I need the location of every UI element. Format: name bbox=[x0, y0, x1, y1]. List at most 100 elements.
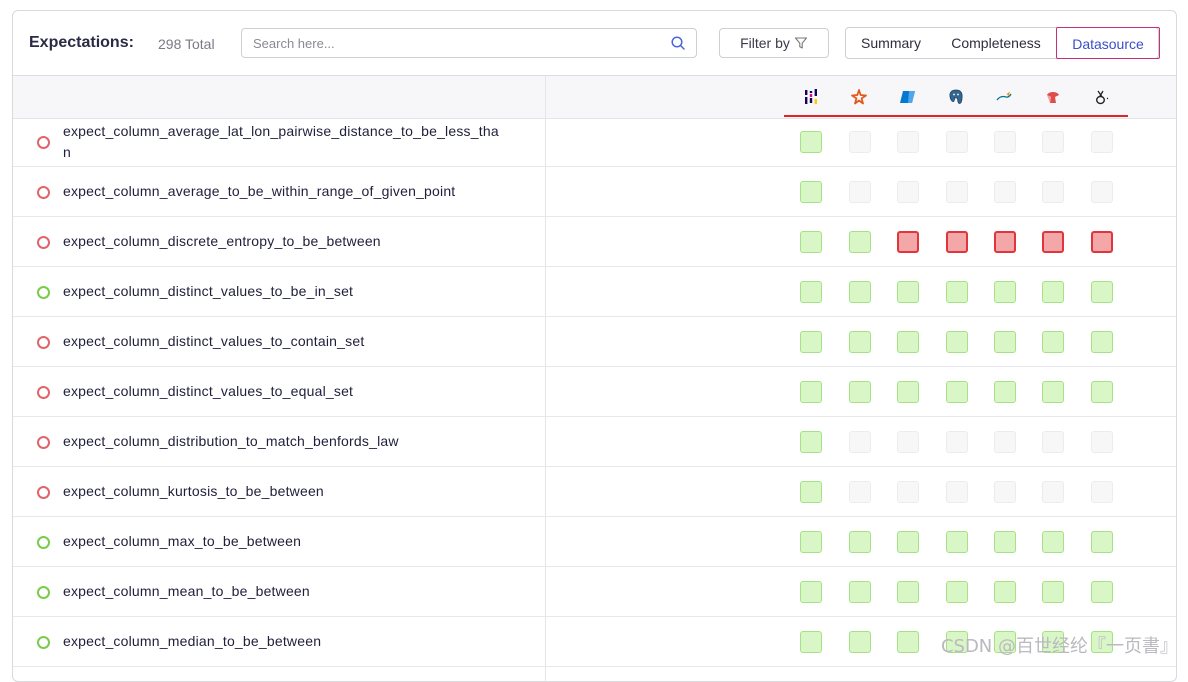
expectation-name[interactable]: expect_column_max_to_be_between bbox=[63, 531, 543, 552]
support-cell-azure-sql[interactable] bbox=[897, 381, 919, 403]
support-cell-redshift[interactable] bbox=[1042, 181, 1064, 203]
support-cell-sqlite[interactable] bbox=[1091, 431, 1113, 453]
support-cell-spark[interactable] bbox=[849, 531, 871, 553]
support-cell-redshift[interactable] bbox=[1042, 131, 1064, 153]
support-cell-sqlite[interactable] bbox=[1091, 181, 1113, 203]
support-cell-spark[interactable] bbox=[849, 431, 871, 453]
support-cell-spark[interactable] bbox=[849, 231, 871, 253]
support-cell-spark[interactable] bbox=[849, 131, 871, 153]
support-cell-spark[interactable] bbox=[849, 281, 871, 303]
support-cell-mysql[interactable] bbox=[994, 431, 1016, 453]
support-cell-azure-sql[interactable] bbox=[897, 581, 919, 603]
tab-datasource[interactable]: Datasource bbox=[1056, 27, 1160, 59]
support-cell-sqlite[interactable] bbox=[1091, 531, 1113, 553]
support-cell-azure-sql[interactable] bbox=[897, 531, 919, 553]
support-cell-pandas[interactable] bbox=[800, 381, 822, 403]
table-row[interactable]: expect_column_average_to_be_within_range… bbox=[13, 167, 1176, 217]
expectation-name[interactable]: expect_column_distinct_values_to_equal_s… bbox=[63, 381, 543, 402]
support-cell-azure-sql[interactable] bbox=[897, 131, 919, 153]
support-cell-mysql[interactable] bbox=[994, 131, 1016, 153]
support-cell-spark[interactable] bbox=[849, 481, 871, 503]
table-row[interactable]: expect_column_distribution_to_match_benf… bbox=[13, 417, 1176, 467]
support-cell-mysql[interactable] bbox=[994, 381, 1016, 403]
support-cell-mysql[interactable] bbox=[994, 181, 1016, 203]
support-cell-spark[interactable] bbox=[849, 631, 871, 653]
expectation-name-cont[interactable]: n bbox=[63, 142, 543, 163]
expectation-name[interactable]: expect_column_distinct_values_to_contain… bbox=[63, 331, 543, 352]
support-cell-spark[interactable] bbox=[849, 381, 871, 403]
support-cell-spark[interactable] bbox=[849, 331, 871, 353]
support-cell-pandas[interactable] bbox=[800, 281, 822, 303]
support-cell-pandas[interactable] bbox=[800, 331, 822, 353]
support-cell-redshift[interactable] bbox=[1042, 331, 1064, 353]
support-cell-mysql[interactable] bbox=[994, 331, 1016, 353]
support-cell-sqlite[interactable] bbox=[1091, 131, 1113, 153]
table-row[interactable]: expect_column_distinct_values_to_equal_s… bbox=[13, 367, 1176, 417]
support-cell-pandas[interactable] bbox=[800, 481, 822, 503]
support-cell-pandas[interactable] bbox=[800, 181, 822, 203]
support-cell-sqlite[interactable] bbox=[1091, 331, 1113, 353]
support-cell-pandas[interactable] bbox=[800, 531, 822, 553]
support-cell-mysql[interactable] bbox=[994, 531, 1016, 553]
support-cell-redshift[interactable] bbox=[1042, 281, 1064, 303]
table-row[interactable]: expect_column_mean_to_be_between bbox=[13, 567, 1176, 617]
support-cell-sqlite[interactable] bbox=[1091, 581, 1113, 603]
support-cell-mysql[interactable] bbox=[994, 581, 1016, 603]
support-cell-sqlite[interactable] bbox=[1091, 381, 1113, 403]
table-row[interactable]: expect_column_distinct_values_to_contain… bbox=[13, 317, 1176, 367]
table-row[interactable]: expect_column_max_to_be_between bbox=[13, 517, 1176, 567]
support-cell-pandas[interactable] bbox=[800, 231, 822, 253]
support-cell-redshift[interactable] bbox=[1042, 481, 1064, 503]
support-cell-spark[interactable] bbox=[849, 181, 871, 203]
tab-summary[interactable]: Summary bbox=[846, 28, 936, 58]
table-row[interactable]: expect_column_distinct_values_to_be_in_s… bbox=[13, 267, 1176, 317]
support-cell-azure-sql[interactable] bbox=[897, 431, 919, 453]
expectation-name[interactable]: expect_column_average_to_be_within_range… bbox=[63, 181, 543, 202]
support-cell-pandas[interactable] bbox=[800, 131, 822, 153]
support-cell-sqlite[interactable] bbox=[1091, 281, 1113, 303]
support-cell-azure-sql[interactable] bbox=[897, 481, 919, 503]
support-cell-postgresql[interactable] bbox=[946, 331, 968, 353]
table-row[interactable]: expect_column_average_lat_lon_pairwise_d… bbox=[13, 117, 1176, 167]
support-cell-postgresql[interactable] bbox=[946, 531, 968, 553]
expectation-name[interactable]: expect_column_average_lat_lon_pairwise_d… bbox=[63, 121, 543, 142]
expectation-name[interactable]: expect_column_discrete_entropy_to_be_bet… bbox=[63, 231, 543, 252]
support-cell-mysql[interactable] bbox=[994, 481, 1016, 503]
support-cell-pandas[interactable] bbox=[800, 631, 822, 653]
search-box[interactable] bbox=[241, 28, 697, 58]
support-cell-postgresql[interactable] bbox=[946, 231, 968, 253]
support-cell-sqlite[interactable] bbox=[1091, 231, 1113, 253]
support-cell-azure-sql[interactable] bbox=[897, 331, 919, 353]
support-cell-azure-sql[interactable] bbox=[897, 181, 919, 203]
support-cell-postgresql[interactable] bbox=[946, 381, 968, 403]
support-cell-redshift[interactable] bbox=[1042, 381, 1064, 403]
support-cell-redshift[interactable] bbox=[1042, 581, 1064, 603]
expectation-name[interactable]: expect_column_distribution_to_match_benf… bbox=[63, 431, 543, 452]
search-input[interactable] bbox=[242, 29, 663, 57]
support-cell-azure-sql[interactable] bbox=[897, 281, 919, 303]
support-cell-azure-sql[interactable] bbox=[897, 631, 919, 653]
support-cell-postgresql[interactable] bbox=[946, 431, 968, 453]
support-cell-spark[interactable] bbox=[849, 581, 871, 603]
support-cell-azure-sql[interactable] bbox=[897, 231, 919, 253]
support-cell-mysql[interactable] bbox=[994, 231, 1016, 253]
expectation-name[interactable]: expect_column_mean_to_be_between bbox=[63, 581, 543, 602]
support-cell-postgresql[interactable] bbox=[946, 481, 968, 503]
support-cell-sqlite[interactable] bbox=[1091, 481, 1113, 503]
expectation-name[interactable]: expect_column_median_to_be_between bbox=[63, 631, 543, 652]
expectation-name[interactable]: expect_column_distinct_values_to_be_in_s… bbox=[63, 281, 543, 302]
support-cell-postgresql[interactable] bbox=[946, 181, 968, 203]
filter-button[interactable]: Filter by bbox=[719, 28, 829, 58]
support-cell-redshift[interactable] bbox=[1042, 431, 1064, 453]
support-cell-pandas[interactable] bbox=[800, 581, 822, 603]
support-cell-postgresql[interactable] bbox=[946, 581, 968, 603]
expectation-name[interactable]: expect_column_kurtosis_to_be_between bbox=[63, 481, 543, 502]
support-cell-redshift[interactable] bbox=[1042, 231, 1064, 253]
tab-completeness[interactable]: Completeness bbox=[944, 28, 1048, 58]
table-row[interactable]: expect_column_discrete_entropy_to_be_bet… bbox=[13, 217, 1176, 267]
support-cell-pandas[interactable] bbox=[800, 431, 822, 453]
support-cell-mysql[interactable] bbox=[994, 281, 1016, 303]
table-row[interactable]: expect_column_kurtosis_to_be_between bbox=[13, 467, 1176, 517]
support-cell-postgresql[interactable] bbox=[946, 281, 968, 303]
search-icon[interactable] bbox=[670, 35, 686, 51]
